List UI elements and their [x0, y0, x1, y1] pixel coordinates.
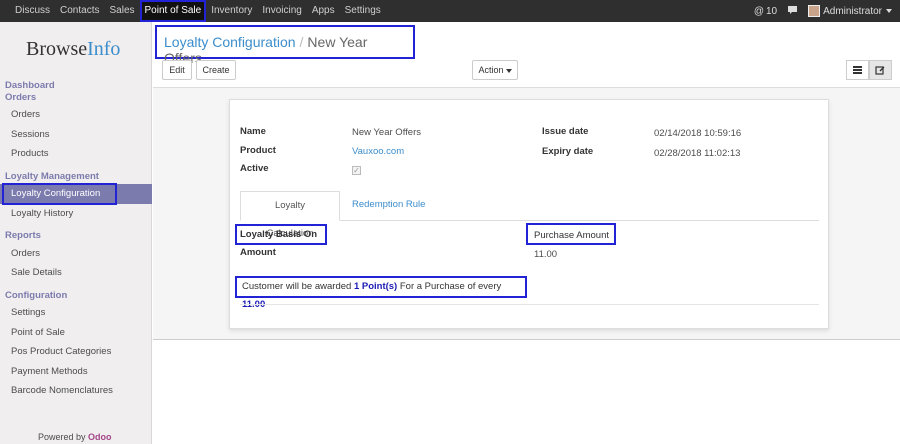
sidebar-item-pos-product-categories[interactable]: Pos Product Categories [0, 342, 152, 362]
amount-label: Amount [240, 247, 276, 258]
menu-sales[interactable]: Sales [104, 0, 139, 22]
form-view-button[interactable] [869, 60, 892, 80]
top-navbar: Discuss Contacts Sales Point of Sale Inv… [0, 0, 900, 22]
list-view-button[interactable] [846, 60, 869, 80]
expiry-date-label: Expiry date [542, 146, 594, 157]
edit-icon [875, 65, 885, 75]
topbar-systray: @ 10 Administrator [754, 0, 892, 22]
active-checkbox: ✓ [352, 166, 361, 175]
sidebar-section-loyalty: Loyalty Management [5, 171, 99, 182]
chat-icon[interactable] [787, 5, 798, 18]
active-label: Active [240, 163, 269, 174]
tab-loyalty-calculation[interactable]: Loyalty Calculation [240, 191, 340, 239]
sidebar-item-payment-methods[interactable]: Payment Methods [0, 362, 152, 382]
divider [240, 304, 819, 305]
odoo-link[interactable]: Odoo [88, 432, 112, 442]
sidebar-item-loyalty-configuration[interactable]: Loyalty Configuration [0, 183, 152, 205]
chevron-down-icon [886, 9, 892, 13]
loyalty-basis-label: Loyalty Basis On [240, 229, 318, 240]
powered-by: Powered by Odoo [38, 432, 112, 442]
tab-redemption-rule[interactable]: Redemption Rule [342, 191, 435, 221]
sidebar: BrowseInfo Dashboard Orders Orders Sessi… [0, 22, 152, 444]
sidebar-section-configuration: Configuration [5, 290, 68, 301]
highlight-box [2, 183, 117, 205]
sidebar-item-point-of-sale[interactable]: Point of Sale [0, 323, 152, 343]
sidebar-item-orders[interactable]: Orders [0, 105, 152, 125]
expiry-date-value: 02/28/2018 11:02:13 [654, 148, 741, 159]
name-value: New Year Offers [352, 127, 422, 138]
menu-inventory[interactable]: Inventory [206, 0, 257, 22]
create-button[interactable]: Create [196, 60, 236, 80]
avatar [808, 5, 821, 17]
form-view-area: Name New Year Offers Product Vauxoo.com … [153, 88, 900, 340]
company-logo: BrowseInfo [26, 38, 121, 60]
action-label: Action [478, 65, 504, 75]
activity-count: 10 [765, 5, 778, 17]
sidebar-item-settings[interactable]: Settings [0, 303, 152, 323]
action-dropdown[interactable]: Action [472, 60, 518, 80]
form-sheet: Name New Year Offers Product Vauxoo.com … [229, 99, 829, 329]
sidebar-section-reports: Reports [5, 230, 41, 241]
control-panel: Loyalty Configuration / New Year Offers Ed… [153, 22, 900, 88]
award-summary: Customer will be awarded 1 Point(s) For … [235, 276, 527, 310]
sidebar-item-report-orders[interactable]: Orders [0, 244, 152, 264]
menu-invoicing[interactable]: Invoicing [257, 0, 306, 22]
view-switcher [846, 60, 893, 80]
sidebar-item-products[interactable]: Products [0, 144, 152, 164]
at-icon: @ [753, 5, 764, 17]
chevron-down-icon [505, 68, 512, 73]
amount-value: 11.00 [534, 249, 558, 260]
menu-point-of-sale[interactable]: Point of Sale [139, 0, 207, 22]
app-menu: Discuss Contacts Sales Point of Sale Inv… [10, 0, 386, 22]
activity-counter[interactable]: @ 10 [754, 6, 777, 17]
issue-date-label: Issue date [542, 126, 589, 137]
sidebar-section-orders: Orders [5, 92, 37, 103]
sidebar-item-sessions[interactable]: Sessions [0, 125, 152, 145]
notebook-tabs: Loyalty Calculation Redemption Rule [240, 191, 819, 239]
sidebar-item-sale-details[interactable]: Sale Details [0, 263, 152, 283]
menu-discuss[interactable]: Discuss [10, 0, 55, 22]
sidebar-item-loyalty-history[interactable]: Loyalty History [0, 204, 152, 224]
user-name: Administrator [823, 5, 882, 17]
menu-apps[interactable]: Apps [307, 0, 340, 22]
product-label: Product [240, 145, 276, 156]
sidebar-item-barcode-nomenclatures[interactable]: Barcode Nomenclatures [0, 381, 152, 401]
issue-date-value: 02/14/2018 10:59:16 [654, 128, 742, 139]
product-link[interactable]: Vauxoo.com [352, 146, 404, 157]
menu-contacts[interactable]: Contacts [55, 0, 104, 22]
breadcrumb-parent[interactable]: Loyalty Configuration [164, 34, 296, 50]
breadcrumb: Loyalty Configuration / New Year Offers [155, 25, 415, 66]
name-label: Name [240, 126, 266, 137]
breadcrumb-separator: / [299, 34, 304, 50]
loyalty-basis-value: Purchase Amount [534, 230, 609, 241]
list-icon [853, 65, 862, 76]
sidebar-section-dashboard[interactable]: Dashboard [5, 80, 55, 91]
award-points: 1 Point(s) [353, 281, 398, 292]
menu-settings[interactable]: Settings [340, 0, 386, 22]
user-menu[interactable]: Administrator [808, 5, 892, 17]
edit-button[interactable]: Edit [162, 60, 192, 80]
